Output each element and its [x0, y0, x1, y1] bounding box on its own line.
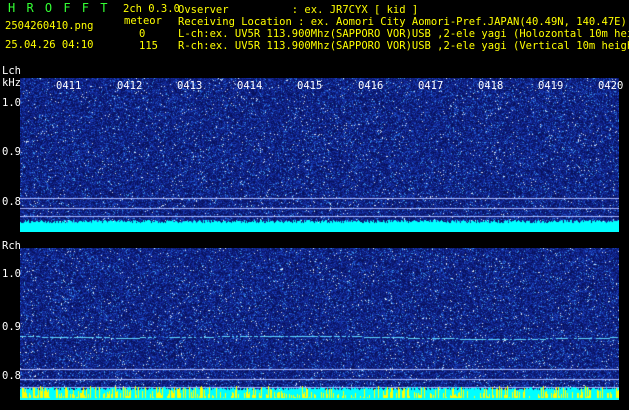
- y-tick-label: 0.9: [2, 146, 21, 158]
- lch-waterfall: [20, 78, 619, 232]
- y-tick-label: 1.0: [2, 97, 21, 109]
- time-tick-label: 0412: [117, 80, 143, 92]
- filename: 2504260410.png: [5, 20, 94, 32]
- observer-line: Ovserver : ex. JR7CYX [ kid ]: [178, 4, 419, 16]
- rch-spectrogram: [20, 248, 619, 400]
- meteor-label: meteor: [124, 15, 162, 27]
- location-line: Receiving Location : ex. Aomori City Aom…: [178, 16, 627, 28]
- lch-unit-label: kHz: [2, 77, 21, 89]
- rch-waterfall: [20, 248, 619, 400]
- time-tick-label: 0416: [358, 80, 384, 92]
- rch-label: Rch: [2, 240, 21, 252]
- lch-label: Lch: [2, 65, 21, 77]
- datetime: 25.04.26 04:10: [5, 39, 94, 51]
- lch-spectrogram: [20, 78, 619, 232]
- app-title: H R O F F T: [8, 1, 110, 15]
- time-tick-label: 0415: [297, 80, 323, 92]
- rch-info-line: R-ch:ex. UV5R 113.900Mhz(SAPPORO VOR)USB…: [178, 40, 629, 52]
- time-tick-label: 0419: [538, 80, 564, 92]
- time-tick-label: 0418: [478, 80, 504, 92]
- time-tick-label: 0414: [237, 80, 263, 92]
- y-tick-label: 1.0: [2, 268, 21, 280]
- lch-info-line: L-ch:ex. UV5R 113.900Mhz(SAPPORO VOR)USB…: [178, 28, 629, 40]
- time-tick-label: 0417: [418, 80, 444, 92]
- time-tick-label: 0411: [56, 80, 82, 92]
- y-tick-label: 0.9: [2, 321, 21, 333]
- meteor-count-r: 115: [139, 40, 158, 52]
- mode-label: 2ch 0.3.0: [123, 3, 180, 15]
- y-tick-label: 0.8: [2, 370, 21, 382]
- meteor-count-l: 0: [139, 28, 146, 40]
- time-tick-label: 0413: [177, 80, 203, 92]
- time-tick-label: 0420: [598, 80, 624, 92]
- y-tick-label: 0.8: [2, 196, 21, 208]
